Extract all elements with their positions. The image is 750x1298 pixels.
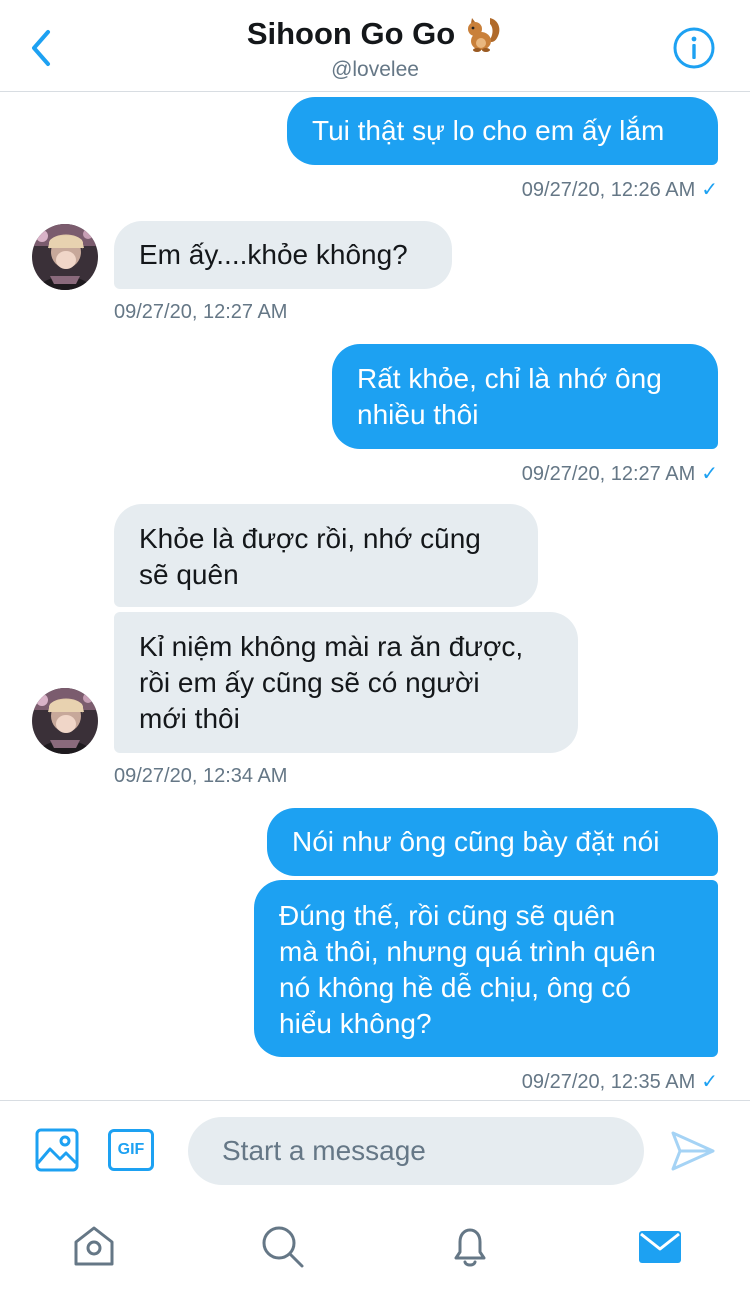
read-check-icon: ✓	[701, 463, 718, 485]
message-bubble-incoming[interactable]: Em ấy....khỏe không?	[114, 221, 452, 289]
conversation-name: Sihoon Go Go	[246, 16, 456, 51]
message-timestamp: 09/27/20, 12:35 AM ✓	[521, 1071, 718, 1093]
gif-button[interactable]: GIF	[108, 1129, 154, 1171]
conversation-title-block[interactable]: Sihoon Go Go @lovelee	[0, 14, 750, 82]
message-input[interactable]	[188, 1117, 644, 1185]
message-bubble-incoming[interactable]: Khỏe là được rồi, nhớ cũng sẽ quên	[114, 504, 538, 607]
message-bubble-outgoing[interactable]: Rất khỏe, chỉ là nhớ ông nhiều thôi	[332, 344, 718, 449]
message-bubble-outgoing[interactable]: Tui thật sự lo cho em ấy lắm	[287, 97, 718, 165]
message-bubble-outgoing[interactable]: Nói như ông cũng bày đặt nói	[267, 808, 718, 876]
message-composer: GIF	[0, 1100, 750, 1200]
avatar[interactable]	[32, 688, 98, 754]
message-timestamp: 09/27/20, 12:27 AM ✓	[521, 463, 718, 485]
conversation-title: Sihoon Go Go	[247, 14, 503, 54]
read-check-icon: ✓	[701, 179, 718, 201]
message-bubble-outgoing[interactable]: Đúng thế, rồi cũng sẽ quên mà thôi, nhưn…	[254, 880, 718, 1057]
send-icon[interactable]	[670, 1129, 716, 1173]
squirrel-emoji-icon	[468, 18, 500, 52]
home-icon[interactable]	[70, 1222, 118, 1270]
message-timestamp: 09/27/20, 12:27 AM	[114, 301, 288, 323]
read-check-icon: ✓	[701, 1071, 718, 1093]
bell-icon[interactable]	[446, 1222, 494, 1270]
message-timestamp: 09/27/20, 12:34 AM	[114, 765, 288, 787]
avatar[interactable]	[32, 224, 98, 290]
info-icon[interactable]	[672, 26, 716, 70]
conversation-handle: @lovelee	[331, 58, 419, 81]
bottom-tab-bar	[0, 1200, 750, 1298]
message-bubble-incoming[interactable]: Kỉ niệm không mài ra ăn được, rồi em ấy …	[114, 612, 578, 753]
envelope-icon[interactable]	[636, 1222, 684, 1270]
conversation-header: Sihoon Go Go @lovelee	[0, 0, 750, 92]
message-timestamp: 09/27/20, 12:26 AM ✓	[521, 179, 718, 201]
search-icon[interactable]	[258, 1222, 306, 1270]
image-icon[interactable]	[34, 1127, 80, 1173]
